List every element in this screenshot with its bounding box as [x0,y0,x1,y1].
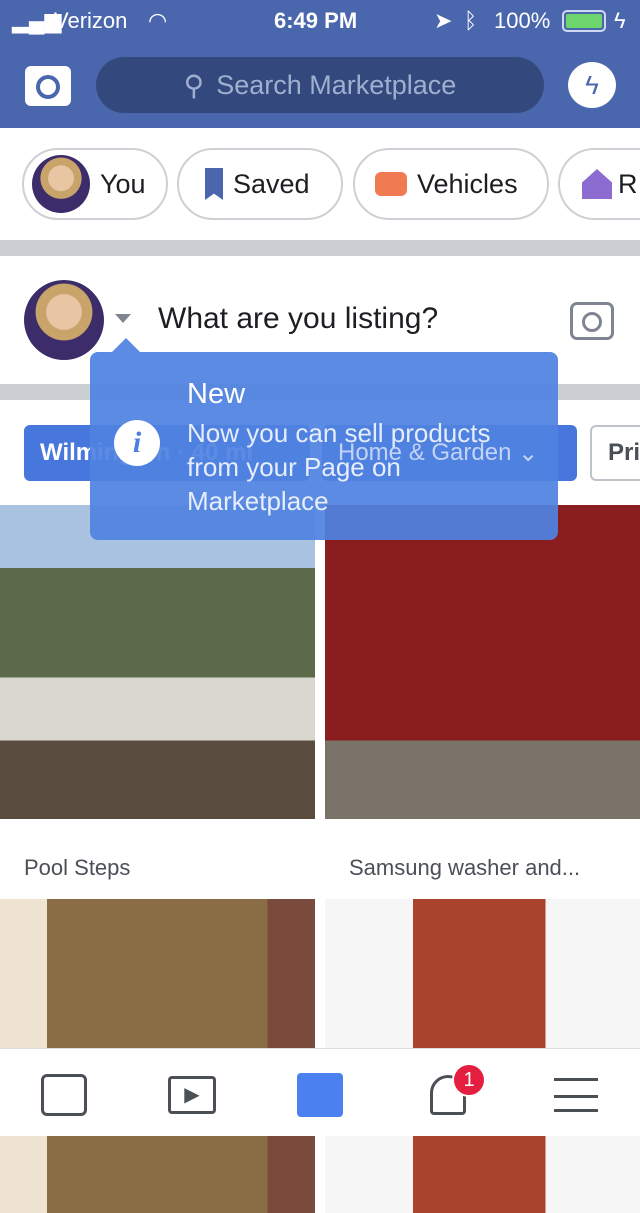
avatar [32,155,90,213]
nav-menu[interactable] [546,1067,606,1123]
search-icon: ⚲ [183,69,205,101]
notification-badge: 1 [452,1063,486,1097]
filter-label: Home & Garden [338,439,512,466]
nav-watch[interactable]: ▶ [162,1067,222,1123]
top-bar: ▂▄▆ Verizon ◠ 6:49 PM ➤ ᛒ 100% ϟ ⚲ Searc… [0,0,640,128]
messenger-button[interactable]: ϟ [568,62,616,108]
listing-card[interactable]: Pool Steps [0,505,315,899]
hamburger-icon [554,1078,598,1112]
divider [0,240,640,256]
chip-vehicles[interactable]: Vehicles [353,148,549,220]
composer-prompt[interactable]: What are you listing? [158,302,438,336]
tooltip-body: Now you can sell products from your Page… [187,418,491,516]
camera-icon [36,75,60,99]
charging-icon: ϟ [614,8,626,33]
marketplace-icon [297,1073,343,1117]
bottom-nav: ▶ 1 [0,1048,640,1136]
nav-notifications[interactable]: 1 [418,1063,486,1123]
price-filter[interactable]: Pri [590,425,640,481]
chevron-down-icon: ⌄ [511,439,539,467]
listing-card[interactable]: Samsung washer and... [325,505,640,899]
status-bar: ▂▄▆ Verizon ◠ 6:49 PM ➤ ᛒ 100% ϟ [0,6,640,36]
video-icon: ▶ [168,1076,216,1114]
chevron-down-icon[interactable] [115,314,131,323]
category-chips: You Saved Vehicles R [0,148,640,220]
bookmark-icon [205,168,223,200]
listing-image [0,505,315,819]
tooltip-title: New [187,378,246,410]
carrier: Verizon [54,8,128,33]
filter-label: Pri [608,439,640,466]
house-icon [582,169,612,199]
messenger-icon: ϟ [585,70,599,100]
wifi-icon: ◠ [148,8,168,33]
search-input[interactable]: ⚲ Search Marketplace [96,57,544,113]
camera-button[interactable] [25,66,71,106]
chip-label: Saved [233,168,310,199]
chip-label: Vehicles [417,168,518,199]
listing-title: Samsung washer and... [349,855,581,880]
search-placeholder: Search Marketplace [216,69,457,100]
chip-saved[interactable]: Saved [177,148,343,220]
listing-title: Pool Steps [24,855,131,880]
listing-image [325,505,640,819]
chip-label: You [100,168,146,199]
time: 6:49 PM [274,8,358,33]
battery-percent: 100% [494,8,551,33]
car-icon [375,172,407,196]
nav-marketplace[interactable] [290,1067,350,1123]
chip-you[interactable]: You [22,148,168,220]
info-icon: i [114,420,160,466]
bluetooth-icon: ᛒ [464,8,478,33]
battery-icon [562,10,606,32]
avatar [24,280,104,360]
chip-label: R [618,168,638,199]
news-feed-icon [41,1074,87,1116]
chip-rentals[interactable]: R [558,148,640,220]
location-icon: ➤ [434,8,453,33]
camera-icon[interactable] [570,302,614,340]
nav-news-feed[interactable] [34,1067,94,1123]
